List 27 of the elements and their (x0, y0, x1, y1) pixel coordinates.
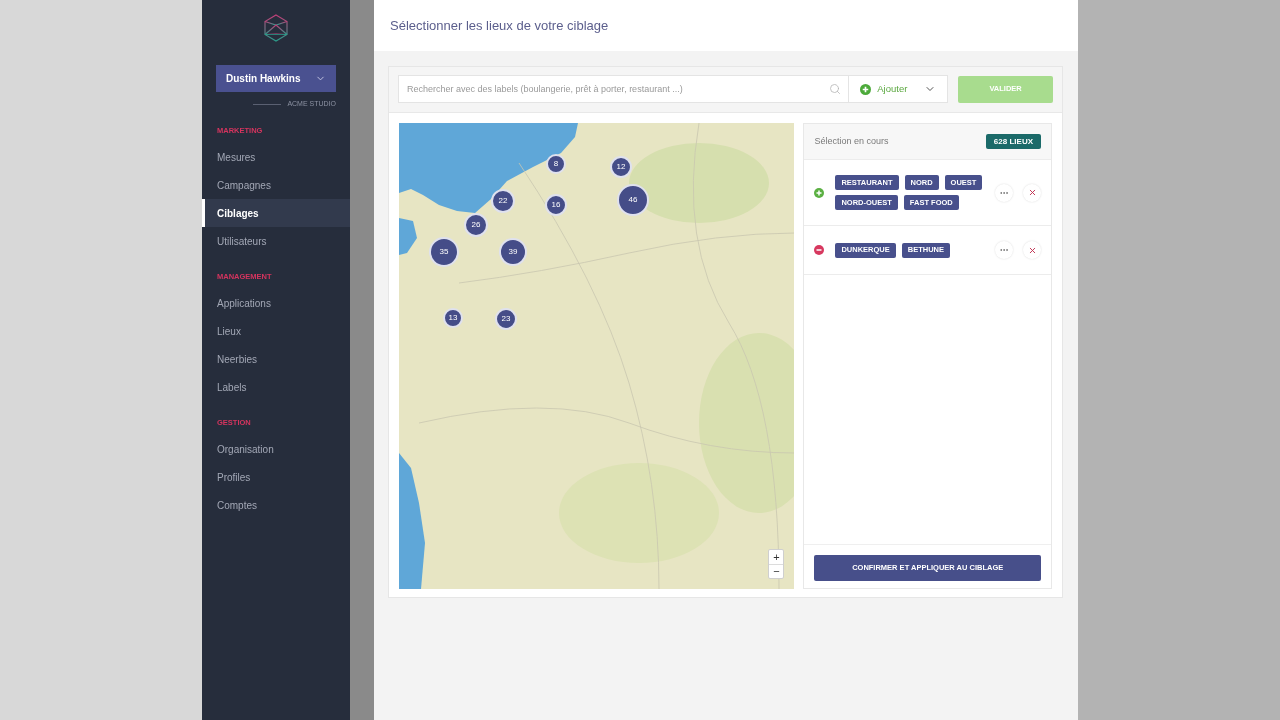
close-icon (1027, 188, 1037, 197)
remove-button[interactable] (1023, 241, 1041, 259)
count-badge: 628 LIEUX (985, 134, 1041, 149)
sidebar-item[interactable]: Profiles (202, 463, 350, 491)
zoom-in-button[interactable]: + (769, 550, 784, 564)
plus-circle-icon (860, 83, 872, 95)
sidebar-item[interactable]: Neerbies (202, 345, 350, 373)
sidebar-item[interactable]: Mesures (202, 143, 350, 171)
sidebar-item[interactable]: Campagnes (202, 171, 350, 199)
user-dropdown[interactable]: Dustin Hawkins (216, 65, 336, 92)
zoom-out-button[interactable]: − (769, 564, 784, 578)
sidebar-item[interactable]: Utilisateurs (202, 227, 350, 255)
search-icon (829, 83, 842, 95)
remove-button[interactable] (1023, 183, 1041, 202)
close-icon (1027, 245, 1037, 255)
sidebar-item[interactable]: Lieux (202, 317, 350, 345)
sidebar-item[interactable]: Applications (202, 289, 350, 317)
plus-circle-icon (814, 187, 825, 198)
sidebar-item[interactable]: Comptes (202, 491, 350, 519)
minus-circle-icon (814, 245, 825, 255)
search-field[interactable]: Rechercher avec des labels (boulangerie, prêt à porter, restaurant ...) (398, 75, 850, 103)
panel-title: Sélection en cours (814, 134, 889, 148)
logo-icon (263, 14, 289, 42)
page-title: Sélectionner les lieux de votre ciblage (390, 16, 609, 35)
sidebar-item[interactable]: Ciblages (202, 199, 350, 227)
sidebar-item[interactable]: Labels (202, 373, 350, 401)
sidebar-item[interactable]: Organisation (202, 435, 350, 463)
